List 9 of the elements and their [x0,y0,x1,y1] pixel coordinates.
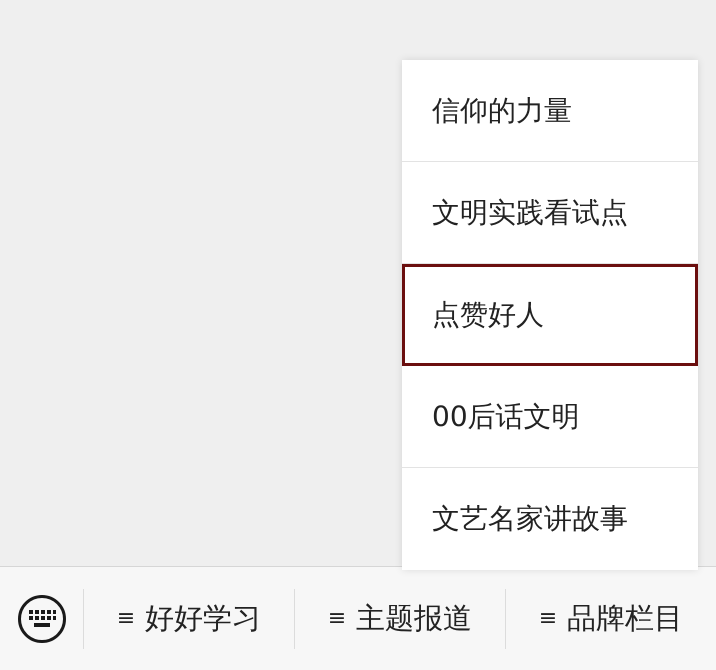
menu-item[interactable]: 文明实践看试点 [402,162,698,264]
menu-item[interactable]: 00后话文明 [402,366,698,468]
menu-item[interactable]: 文艺名家讲故事 [402,468,698,570]
menu-tab[interactable]: ≡ 品牌栏目 [506,596,716,642]
menu-tab[interactable]: ≡ 主题报道 [295,596,505,642]
menu-item[interactable]: 信仰的力量 [402,60,698,162]
menu-item[interactable]: 点赞好人 [402,264,698,366]
keyboard-icon[interactable] [16,594,66,644]
menu-tab[interactable]: ≡ 好好学习 [84,596,294,642]
